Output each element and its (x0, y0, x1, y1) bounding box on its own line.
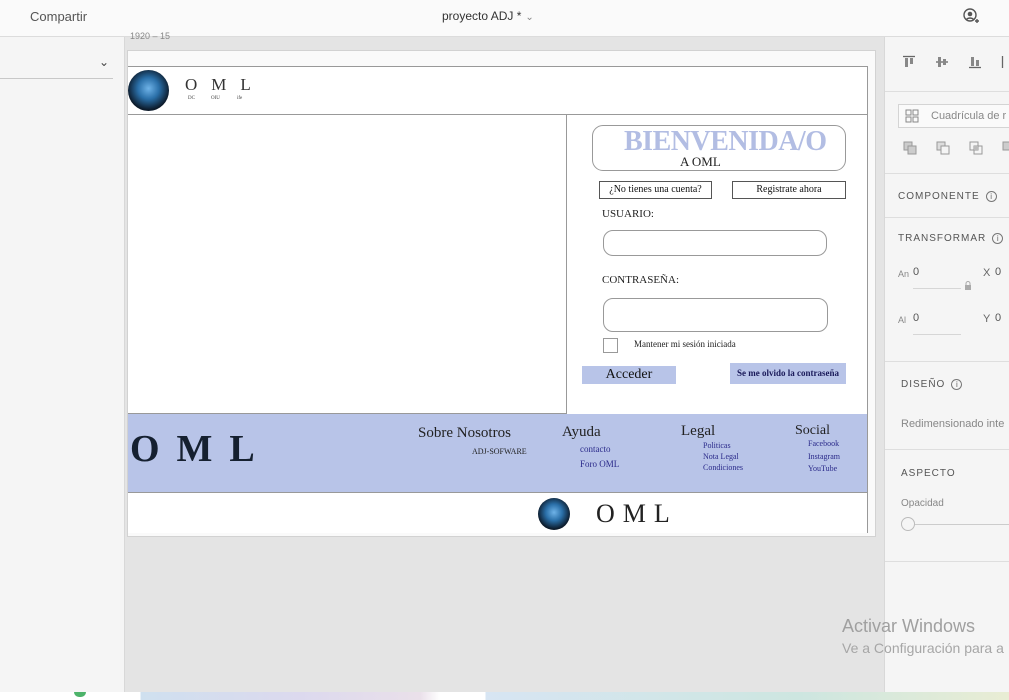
welcome-subtitle: A OML (680, 154, 721, 169)
login-page-design: OML DC OIU ife BIENVENIDA/O A OML ¿No ti… (128, 66, 868, 533)
appearance-heading: ASPECTO (901, 468, 956, 479)
height-input[interactable]: 0 (913, 312, 919, 324)
footer-legal-link-1[interactable]: Politicas (703, 441, 731, 450)
info-icon[interactable]: i (951, 379, 963, 390)
divider (885, 361, 1009, 362)
divider (885, 217, 1009, 218)
y-input[interactable]: 0 (995, 312, 1001, 324)
layout-section: DISEÑO i (901, 379, 963, 391)
design-footer: OML Sobre Nosotros ADJ-SOFWARE Ayuda con… (128, 414, 867, 493)
info-icon[interactable]: i (985, 191, 997, 202)
footer-social-title: Social (795, 423, 830, 438)
taskbar (0, 692, 1009, 700)
header-sub-2: OIU (211, 96, 220, 101)
no-account-button[interactable]: ¿No tienes una cuenta? (599, 181, 712, 199)
divider (885, 449, 1009, 450)
footer-legal-link-2[interactable]: Nota Legal (703, 452, 739, 461)
transform-section: TRANSFORMAR i (898, 233, 1004, 245)
boolean-add-icon[interactable] (903, 141, 917, 155)
header-sub-1: DC (188, 96, 195, 101)
footer-legal-link-3[interactable]: Condiciones (703, 463, 743, 472)
info-icon[interactable]: i (992, 233, 1004, 244)
component-section: COMPONENTE i (898, 191, 997, 202)
component-heading: COMPONENTE (898, 191, 980, 203)
x-label: X (983, 267, 991, 279)
keep-session-checkbox[interactable] (603, 338, 618, 353)
align-middle-icon[interactable] (935, 55, 949, 69)
footer-help-link-1[interactable]: contacto (580, 444, 611, 454)
width-label: An (898, 269, 910, 279)
activate-windows-title: Activar Windows (842, 616, 976, 636)
transform-heading: TRANSFORMAR (898, 233, 987, 245)
register-button[interactable]: Registrate ahora (732, 181, 846, 199)
footer-social-link-2[interactable]: Instagram (808, 452, 840, 461)
forgot-password-button[interactable]: Se me olvido la contraseña (730, 363, 846, 384)
layout-heading: DISEÑO (901, 379, 946, 391)
opacity-slider-handle[interactable] (901, 517, 915, 531)
divider (885, 173, 1009, 174)
login-button[interactable]: Acceder (582, 366, 676, 384)
design-header: OML DC OIU ife (128, 67, 867, 115)
opacity-slider-track[interactable] (915, 524, 1009, 525)
design-bottom-bar: OML (128, 493, 867, 533)
width-underline (913, 288, 961, 289)
password-label: CONTRASEÑA: (602, 274, 680, 286)
image-placeholder (128, 115, 567, 414)
keep-session-label: Mantener mi sesión iniciada (634, 339, 736, 349)
y-label: Y (983, 313, 991, 325)
user-label: USUARIO: (602, 208, 654, 220)
footer-help-title: Ayuda (562, 424, 601, 440)
x-input[interactable]: 0 (995, 266, 1001, 278)
footer-help-link-2[interactable]: Foro OML (580, 459, 619, 469)
header-brand: OML (185, 75, 265, 94)
property-inspector: Cuadrícula de r COMPONENTE i TRANSFORMAR i… (884, 37, 1009, 692)
opacity-label: Opacidad (901, 498, 944, 509)
align-top-icon[interactable] (902, 55, 916, 69)
oml-logo-image (128, 70, 169, 111)
height-underline (913, 334, 961, 335)
project-title: proyecto ADJ * (442, 9, 522, 23)
grid-icon (905, 109, 919, 123)
grid-search-text: Cuadrícula de r (931, 110, 1007, 122)
user-account-icon[interactable] (962, 8, 980, 26)
activate-windows-subtitle: Ve a Configuración para a (842, 640, 1004, 656)
bottom-brand: OML (596, 499, 678, 528)
boolean-intersect-icon[interactable] (969, 141, 983, 155)
share-button[interactable]: Compartir (30, 9, 87, 24)
lock-aspect-icon[interactable] (962, 280, 974, 292)
layers-panel: ⌄ (0, 37, 125, 692)
chevron-down-icon: ⌄ (525, 12, 534, 23)
footer-brand: OML (130, 428, 272, 470)
project-title-dropdown[interactable]: proyecto ADJ * ⌄ (442, 9, 534, 23)
footer-social-link-3[interactable]: YouTube (808, 464, 837, 473)
width-input[interactable]: 0 (913, 266, 919, 278)
artboard-label[interactable]: 1920 – 15 (130, 31, 170, 41)
footer-about-title: Sobre Nosotros (418, 425, 511, 441)
divider (885, 561, 1009, 562)
layers-dropdown[interactable]: ⌄ (0, 51, 113, 79)
user-input[interactable] (603, 230, 827, 256)
chevron-down-icon: ⌄ (98, 55, 109, 69)
header-sub-3: ife (237, 96, 243, 101)
footer-social-link-1[interactable]: Facebook (808, 439, 839, 448)
footer-about-link[interactable]: ADJ-SOFWARE (472, 447, 527, 456)
password-input[interactable] (603, 298, 828, 332)
align-left-icon[interactable] (1001, 55, 1009, 69)
oml-logo-image (538, 498, 570, 530)
welcome-banner: BIENVENIDA/O A OML (592, 125, 846, 171)
align-bottom-icon[interactable] (968, 55, 982, 69)
boolean-subtract-icon[interactable] (936, 141, 950, 155)
app-indicator-icon[interactable] (74, 692, 86, 697)
footer-legal-title: Legal (681, 423, 716, 439)
artboard[interactable]: OML DC OIU ife BIENVENIDA/O A OML ¿No ti… (127, 50, 876, 537)
boolean-exclude-icon[interactable] (1002, 141, 1009, 155)
height-label: Al (898, 315, 907, 325)
welcome-title: BIENVENIDA/O (624, 126, 827, 157)
responsive-resize-toggle[interactable]: Redimensionado inte (901, 418, 1004, 430)
divider (885, 91, 1009, 92)
